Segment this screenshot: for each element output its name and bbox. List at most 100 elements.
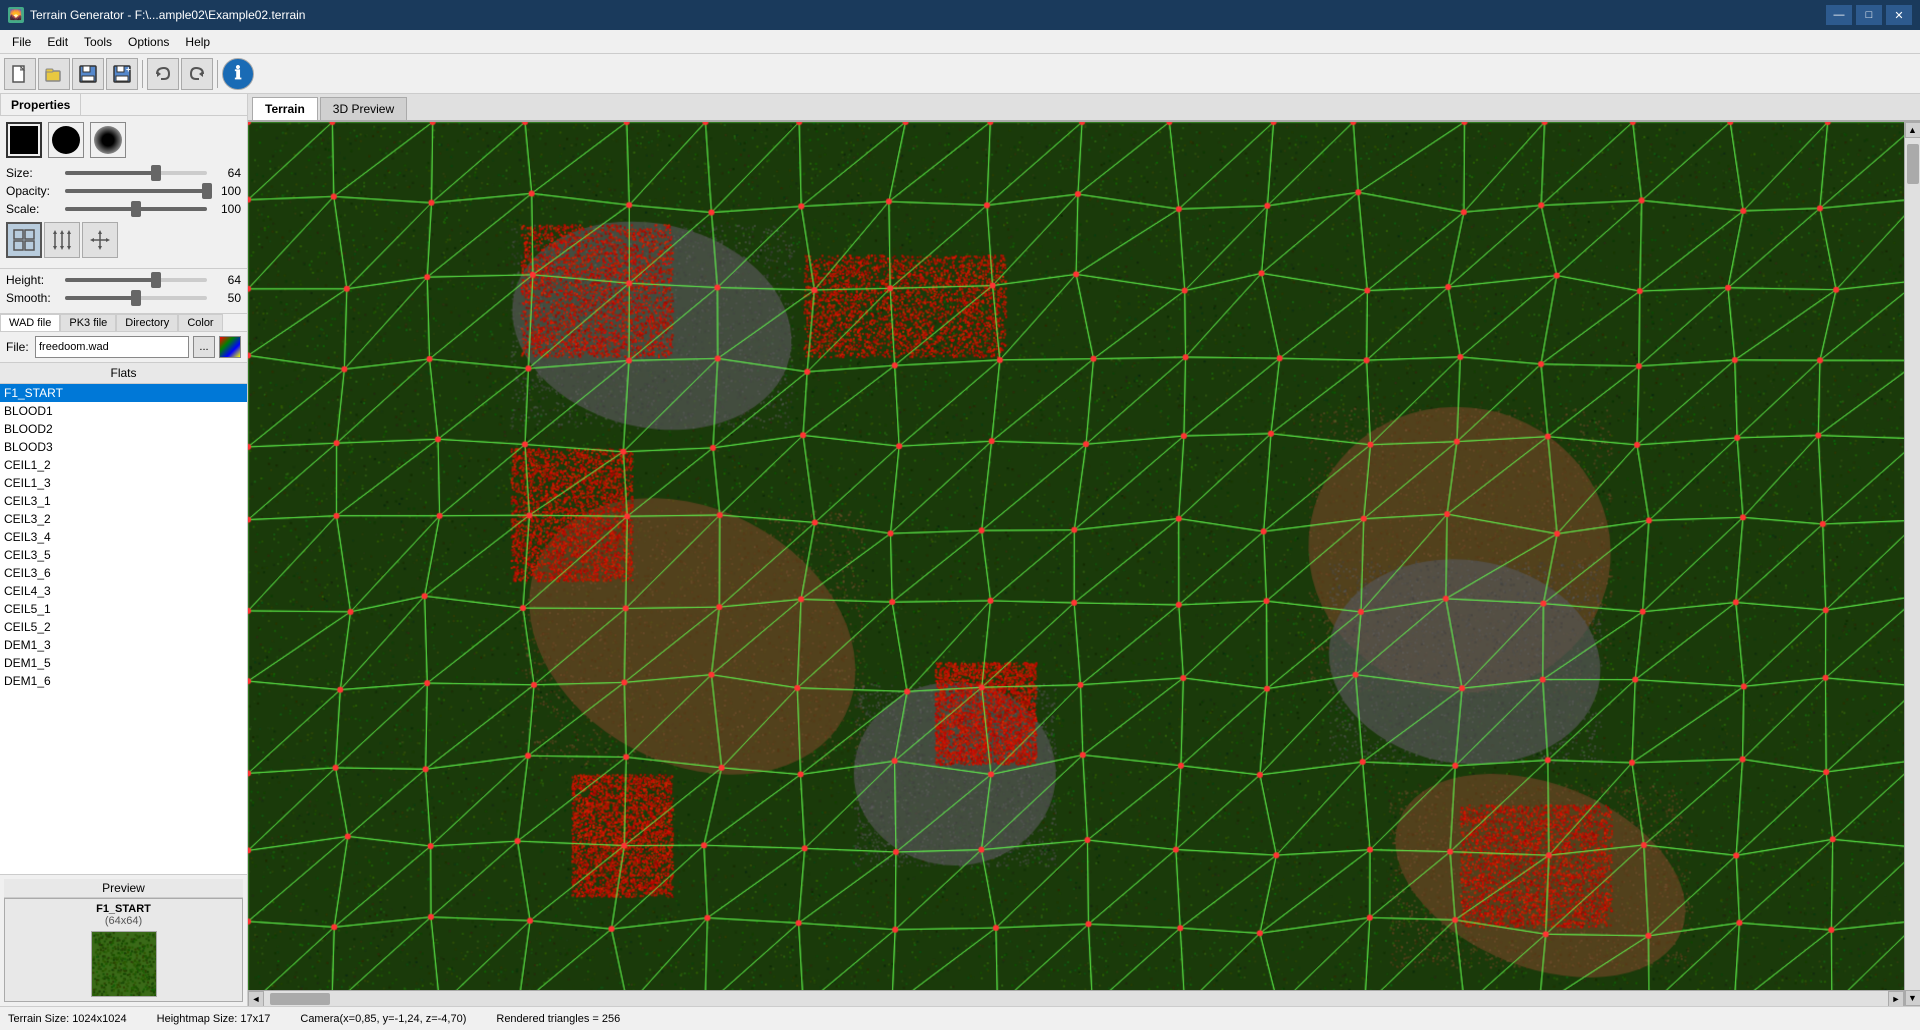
brush-circle[interactable] [48,122,84,158]
menu-help[interactable]: Help [177,33,218,51]
preview-label: Preview [4,879,243,898]
height-slider-row: Height: 64 [6,273,241,287]
status-terrain-size: Terrain Size: 1024x1024 [8,1013,127,1025]
scale-track[interactable] [65,207,207,211]
scale-value: 100 [211,202,241,216]
canvas-area[interactable]: ▲ ▼ ◄ ► [248,122,1920,1006]
flat-item-dem15[interactable]: DEM1_5 [0,654,247,672]
flat-item-ceil43[interactable]: CEIL4_3 [0,582,247,600]
menu-options[interactable]: Options [120,33,177,51]
vscroll-up[interactable]: ▲ [1905,122,1920,138]
terrain-canvas [248,122,1920,1006]
flat-item-dem13[interactable]: DEM1_3 [0,636,247,654]
menu-tools[interactable]: Tools [76,33,120,51]
tab-directory[interactable]: Directory [116,314,178,331]
flats-list[interactable]: F1_START BLOOD1 BLOOD2 BLOOD3 CEIL1_2 CE… [0,384,247,875]
titlebar: 🌄 Terrain Generator - F:\...ample02\Exam… [0,0,1920,30]
info-button[interactable]: ℹ [222,58,254,90]
close-button[interactable]: ✕ [1886,5,1912,25]
preview-canvas [91,931,157,997]
opacity-slider-row: Opacity: 100 [6,184,241,198]
tab-color[interactable]: Color [178,314,222,331]
flat-item-ceil36[interactable]: CEIL3_6 [0,564,247,582]
mode-arrows-ud[interactable] [44,222,80,258]
preview-size: (64x64) [105,915,142,927]
toolbar: + ℹ [0,54,1920,94]
tab-pk3-file[interactable]: PK3 file [60,314,116,331]
flat-item-ceil31[interactable]: CEIL3_1 [0,492,247,510]
tool-modes [6,222,241,258]
hscroll-left[interactable]: ◄ [248,991,264,1007]
file-input[interactable] [35,336,189,358]
titlebar-controls: — □ ✕ [1826,5,1912,25]
flat-item-blood2[interactable]: BLOOD2 [0,420,247,438]
flat-item-ceil34[interactable]: CEIL3_4 [0,528,247,546]
flat-item-ceil35[interactable]: CEIL3_5 [0,546,247,564]
horizontal-scrollbar[interactable]: ◄ ► [248,990,1904,1006]
svg-text:+: + [126,65,131,74]
file-row: File: ... [0,332,247,363]
vertical-scrollbar[interactable]: ▲ ▼ [1904,122,1920,1006]
menu-file[interactable]: File [4,33,39,51]
mode-arrows-spread[interactable] [82,222,118,258]
statusbar: Terrain Size: 1024x1024 Heightmap Size: … [0,1006,1920,1030]
flat-item-ceil13[interactable]: CEIL1_3 [0,474,247,492]
size-thumb[interactable] [151,165,161,181]
tab-3d-preview[interactable]: 3D Preview [320,97,407,120]
redo-button[interactable] [181,58,213,90]
scale-label: Scale: [6,202,61,216]
scale-thumb[interactable] [131,201,141,217]
right-area: Terrain 3D Preview ▲ ▼ ◄ ► [248,94,1920,1006]
opacity-thumb[interactable] [202,183,212,199]
file-browse-button[interactable]: ... [193,336,215,358]
scale-slider-row: Scale: 100 [6,202,241,216]
size-track[interactable] [65,171,207,175]
height-fill [65,278,156,282]
preview-box: F1_START (64x64) [4,898,243,1002]
size-label: Size: [6,166,61,180]
vscroll-thumb[interactable] [1907,144,1919,184]
mode-grid[interactable] [6,222,42,258]
height-thumb[interactable] [151,272,161,288]
save-button[interactable] [72,58,104,90]
brush-square[interactable] [6,122,42,158]
brush-shapes [6,122,241,158]
new-button[interactable] [4,58,36,90]
color-picker-button[interactable] [219,336,241,358]
smooth-thumb[interactable] [131,290,141,306]
flat-item-f1start[interactable]: F1_START [0,384,247,402]
titlebar-title: Terrain Generator - F:\...ample02\Exampl… [30,8,305,22]
hscroll-right[interactable]: ► [1888,991,1904,1007]
height-smooth-section: Height: 64 Smooth: 50 [0,269,247,314]
tab-properties[interactable]: Properties [0,94,81,115]
status-heightmap-size: Heightmap Size: 17x17 [157,1013,271,1025]
tab-terrain[interactable]: Terrain [252,97,318,120]
maximize-button[interactable]: □ [1856,5,1882,25]
opacity-value: 100 [211,184,241,198]
brush-square-icon [10,126,38,154]
flat-item-blood3[interactable]: BLOOD3 [0,438,247,456]
flat-item-dem16[interactable]: DEM1_6 [0,672,247,690]
open-button[interactable] [38,58,70,90]
flat-item-ceil12[interactable]: CEIL1_2 [0,456,247,474]
smooth-track[interactable] [65,296,207,300]
menu-edit[interactable]: Edit [39,33,76,51]
save-as-button[interactable]: + [106,58,138,90]
preview-name: F1_START [96,903,151,915]
flat-item-blood1[interactable]: BLOOD1 [0,402,247,420]
minimize-button[interactable]: — [1826,5,1852,25]
flat-item-ceil51[interactable]: CEIL5_1 [0,600,247,618]
size-value: 64 [211,166,241,180]
height-track[interactable] [65,278,207,282]
titlebar-left: 🌄 Terrain Generator - F:\...ample02\Exam… [8,7,305,23]
vscroll-down[interactable]: ▼ [1905,990,1920,1006]
tab-wad-file[interactable]: WAD file [0,314,60,331]
brush-section: Size: 64 Opacity: 100 Scale: [0,116,247,269]
properties-tab-bar: Properties [0,94,247,116]
flat-item-ceil52[interactable]: CEIL5_2 [0,618,247,636]
hscroll-thumb[interactable] [270,993,330,1005]
undo-button[interactable] [147,58,179,90]
opacity-track[interactable] [65,189,207,193]
brush-soft[interactable] [90,122,126,158]
flat-item-ceil32[interactable]: CEIL3_2 [0,510,247,528]
